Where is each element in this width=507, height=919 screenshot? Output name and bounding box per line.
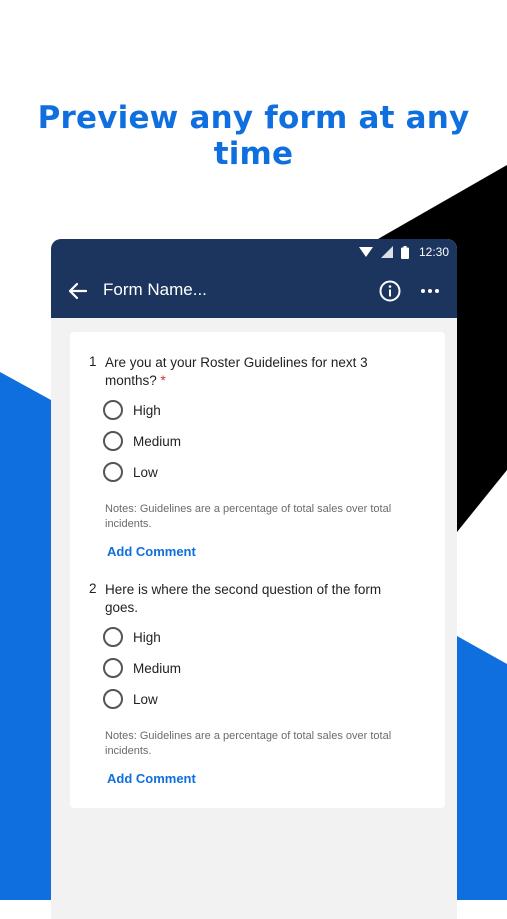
- option-label: High: [133, 629, 161, 645]
- question-notes: Notes: Guidelines are a percentage of to…: [105, 503, 392, 530]
- question-number: 2: [89, 581, 97, 596]
- headline: Preview any form at any time: [37, 100, 470, 172]
- option-label: High: [133, 402, 161, 418]
- question-label: Here is where the second question of the…: [105, 582, 382, 615]
- question-text: Are you at your Roster Guidelines for ne…: [105, 354, 395, 390]
- radio-button[interactable]: [103, 627, 123, 647]
- radio-button[interactable]: [103, 658, 123, 678]
- question-label: Are you at your Roster Guidelines for ne…: [105, 355, 368, 388]
- radio-button[interactable]: [103, 400, 123, 420]
- status-time: 12:30: [418, 245, 449, 259]
- option-label: Medium: [133, 433, 182, 449]
- required-marker: *: [160, 373, 166, 388]
- form-card: 1 Are you at your Roster Guidelines for …: [70, 332, 445, 808]
- option-medium[interactable]: Medium: [103, 430, 181, 452]
- option-low[interactable]: Low: [103, 461, 158, 483]
- wifi-icon: [358, 247, 373, 257]
- option-label: Low: [133, 464, 158, 480]
- form-title: Form Name...: [103, 280, 207, 299]
- status-bar: 12:30: [51, 239, 457, 265]
- blue-left-shape: [0, 372, 51, 900]
- option-medium[interactable]: Medium: [103, 657, 181, 679]
- option-high[interactable]: High: [103, 626, 161, 648]
- more-horizontal-icon[interactable]: [418, 281, 442, 301]
- app-bar: Form Name...: [51, 265, 457, 318]
- radio-button[interactable]: [103, 689, 123, 709]
- option-high[interactable]: High: [103, 399, 161, 421]
- signal-icon: [380, 246, 393, 258]
- add-comment-link[interactable]: Add Comment: [107, 771, 196, 786]
- question-text: Here is where the second question of the…: [105, 581, 395, 617]
- question-number: 1: [89, 354, 97, 369]
- option-label: Low: [133, 691, 158, 707]
- radio-button[interactable]: [103, 431, 123, 451]
- option-low[interactable]: Low: [103, 688, 158, 710]
- radio-button[interactable]: [103, 462, 123, 482]
- battery-icon: [400, 245, 409, 259]
- blue-right-shape: [457, 636, 507, 900]
- info-icon[interactable]: [378, 279, 402, 303]
- question-notes: Notes: Guidelines are a percentage of to…: [105, 730, 392, 757]
- add-comment-link[interactable]: Add Comment: [107, 544, 196, 559]
- option-label: Medium: [133, 660, 182, 676]
- arrow-left-icon[interactable]: [67, 280, 89, 302]
- phone-frame: 12:30 Form Name... 1 Are you at your Ros…: [51, 239, 457, 919]
- status-icons: 12:30: [358, 244, 449, 260]
